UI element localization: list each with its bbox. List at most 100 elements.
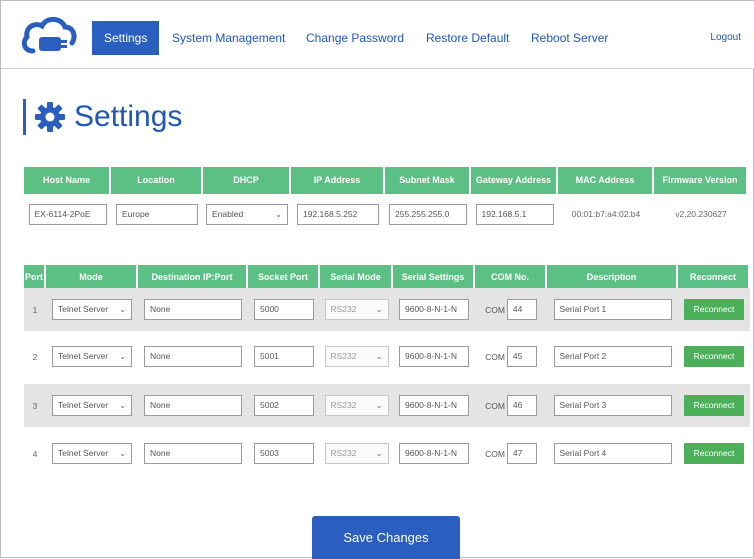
com-number-input[interactable]: 44: [506, 299, 537, 320]
socket-port-input[interactable]: 5003: [254, 443, 314, 464]
serial-mode-select[interactable]: RS232 ⌄: [324, 299, 389, 320]
page-heading: Settings: [23, 97, 182, 137]
serial-settings-input[interactable]: 9600-8-N-1-N: [399, 299, 469, 320]
nav-reboot-server[interactable]: Reboot Server: [531, 21, 608, 55]
mode-select[interactable]: Telnet Server ⌄: [52, 346, 132, 367]
gateway-input[interactable]: 192.168.5.1: [475, 203, 554, 225]
com-prefix: COM: [485, 351, 505, 362]
logout-link[interactable]: Logout: [710, 21, 741, 55]
com-number-input[interactable]: 46: [506, 395, 537, 416]
chevron-down-icon: ⌄: [375, 449, 383, 458]
chevron-down-icon: ⌄: [119, 449, 126, 458]
mode-select-value: Telnet Server: [58, 448, 109, 458]
header-com-no: COM No.: [475, 265, 547, 290]
com-number-input[interactable]: 47: [506, 443, 537, 464]
port-number: 3: [32, 400, 38, 411]
nav-change-password[interactable]: Change Password: [306, 21, 404, 55]
socket-port-input[interactable]: 5001: [254, 346, 314, 367]
reconnect-button[interactable]: Reconnect: [684, 299, 744, 320]
header-firmware-version: Firmware Version: [654, 167, 748, 194]
com-prefix: COM: [485, 448, 505, 459]
port-table-header: Port Mode Destination IP:Port Socket Por…: [24, 265, 750, 290]
table-row: 4 Telnet Server ⌄ None 5003 RS232 ⌄ 9600…: [24, 432, 750, 475]
header-serial-mode: Serial Mode: [320, 265, 393, 290]
gear-icon: [35, 102, 65, 132]
header-gateway-address: Gateway Address: [471, 167, 558, 194]
mode-select[interactable]: Telnet Server ⌄: [52, 395, 132, 416]
heading-accent-bar: [23, 99, 26, 135]
description-input[interactable]: Serial Port 2: [553, 346, 672, 367]
header-port: Port: [24, 265, 46, 290]
header-ip-address: IP Address: [291, 167, 385, 194]
serial-mode-select[interactable]: RS232 ⌄: [324, 346, 389, 367]
reconnect-button[interactable]: Reconnect: [684, 443, 744, 464]
mode-select[interactable]: Telnet Server ⌄: [52, 443, 132, 464]
destination-input[interactable]: None: [144, 395, 242, 416]
mac-address-value: 00:01:b7:a4:02:b4: [571, 209, 641, 219]
dhcp-select-value: Enabled: [212, 208, 244, 219]
description-input[interactable]: Serial Port 3: [553, 395, 672, 416]
nav-system-management[interactable]: System Management: [172, 21, 285, 55]
header-serial-settings: Serial Settings: [393, 265, 475, 290]
header-host-name: Host Name: [24, 167, 111, 194]
header-mac-address: MAC Address: [558, 167, 654, 194]
header-location: Location: [111, 167, 203, 194]
table-row: 3 Telnet Server ⌄ None 5002 RS232 ⌄ 9600…: [24, 384, 750, 427]
serial-mode-value: RS232: [330, 448, 357, 458]
com-number-input[interactable]: 45: [506, 346, 537, 367]
header-destination: Destination IP:Port: [138, 265, 248, 290]
description-input[interactable]: Serial Port 4: [553, 443, 672, 464]
destination-input[interactable]: None: [144, 346, 242, 367]
top-navigation-bar: Settings System Management Change Passwo…: [1, 1, 754, 69]
chevron-down-icon: ⌄: [375, 305, 383, 314]
chevron-down-icon: ⌄: [375, 401, 383, 410]
header-subnet-mask: Subnet Mask: [385, 167, 471, 194]
host-name-input[interactable]: EX-6114-2PoE: [28, 203, 107, 225]
com-prefix: COM: [485, 400, 505, 411]
dhcp-select[interactable]: Enabled ⌄: [206, 203, 288, 225]
chevron-down-icon: ⌄: [119, 305, 126, 314]
table-row: 1 Telnet Server ⌄ None 5000 RS232 ⌄ 9600…: [24, 288, 750, 331]
chevron-down-icon: ⌄: [275, 209, 282, 219]
ip-address-input[interactable]: 192.168.5.252: [297, 203, 379, 225]
destination-input[interactable]: None: [144, 443, 242, 464]
reconnect-button[interactable]: Reconnect: [684, 395, 744, 416]
nav-settings[interactable]: Settings: [92, 21, 160, 55]
header-dhcp: DHCP: [203, 167, 291, 194]
header-mode: Mode: [46, 265, 138, 290]
mode-select[interactable]: Telnet Server ⌄: [52, 299, 132, 320]
destination-input[interactable]: None: [144, 299, 242, 320]
table-row: 2 Telnet Server ⌄ None 5001 RS232 ⌄ 9600…: [24, 335, 750, 378]
reconnect-button[interactable]: Reconnect: [684, 346, 744, 367]
mode-select-value: Telnet Server: [58, 400, 109, 410]
socket-port-input[interactable]: 5002: [254, 395, 314, 416]
header-description: Description: [547, 265, 678, 290]
port-number: 2: [32, 351, 38, 362]
chevron-down-icon: ⌄: [119, 352, 126, 361]
socket-port-input[interactable]: 5000: [254, 299, 314, 320]
chevron-down-icon: ⌄: [375, 352, 383, 361]
description-input[interactable]: Serial Port 1: [553, 299, 672, 320]
location-input[interactable]: Europe: [116, 203, 198, 225]
header-socket-port: Socket Port: [248, 265, 320, 290]
chevron-down-icon: ⌄: [119, 401, 126, 410]
serial-mode-value: RS232: [330, 304, 357, 314]
cloud-logo-icon[interactable]: [19, 15, 77, 57]
serial-settings-input[interactable]: 9600-8-N-1-N: [399, 395, 469, 416]
serial-settings-input[interactable]: 9600-8-N-1-N: [399, 346, 469, 367]
host-table-header: Host Name Location DHCP IP Address Subne…: [24, 167, 748, 194]
com-prefix: COM: [485, 304, 505, 315]
port-number: 4: [32, 448, 38, 459]
save-changes-button[interactable]: Save Changes: [312, 516, 460, 559]
serial-mode-value: RS232: [330, 400, 357, 410]
serial-mode-select[interactable]: RS232 ⌄: [324, 443, 389, 464]
host-settings-row: EX-6114-2PoE Europe Enabled ⌄ 192.168.5.…: [24, 194, 748, 234]
page-title: Settings: [74, 100, 183, 133]
nav-restore-default[interactable]: Restore Default: [426, 21, 509, 55]
serial-mode-select[interactable]: RS232 ⌄: [324, 395, 389, 416]
mode-select-value: Telnet Server: [58, 304, 109, 314]
serial-mode-value: RS232: [330, 351, 357, 361]
firmware-version-value: v2.20.230627: [675, 209, 727, 219]
subnet-mask-input[interactable]: 255.255.255.0: [389, 203, 467, 225]
serial-settings-input[interactable]: 9600-8-N-1-N: [399, 443, 469, 464]
